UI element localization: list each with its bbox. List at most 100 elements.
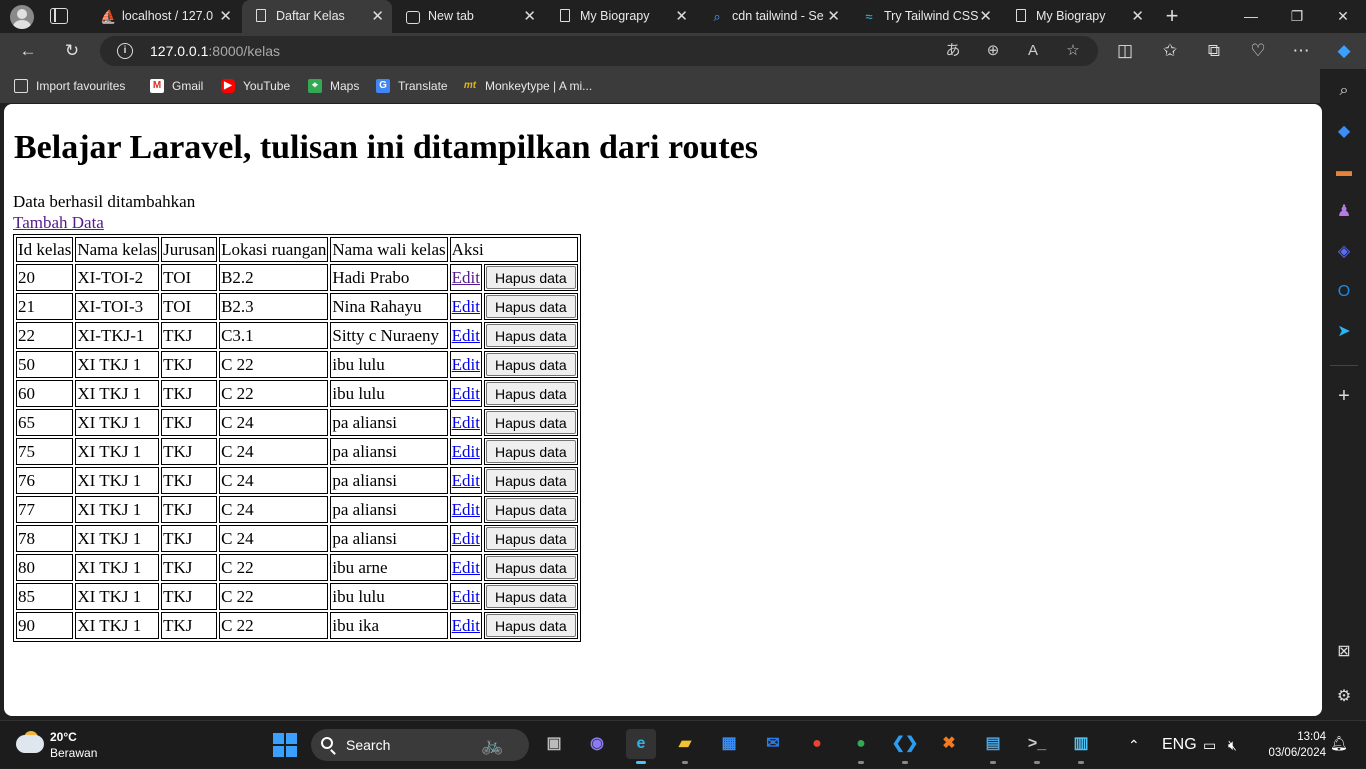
delete-button[interactable]: Hapus data <box>486 266 576 289</box>
delete-button[interactable]: Hapus data <box>486 353 576 376</box>
tab-try-tailwind[interactable]: ≈ Try Tailwind CSS ✕ <box>850 0 1000 33</box>
address-url[interactable]: 127.0.0.1:8000/kelas <box>150 36 280 66</box>
tab-new-tab[interactable]: New tab ✕ <box>394 0 544 33</box>
meet-icon[interactable]: ◉ <box>582 729 612 759</box>
terminal-icon[interactable]: >_ <box>1022 729 1052 764</box>
delete-button[interactable]: Hapus data <box>486 498 576 521</box>
tray-overflow-icon[interactable]: ⌃ <box>1128 721 1140 769</box>
delete-button[interactable]: Hapus data <box>486 556 576 579</box>
close-tab-icon[interactable]: ✕ <box>979 0 992 33</box>
new-tab-button[interactable]: + <box>1161 5 1183 27</box>
close-window-button[interactable]: ✕ <box>1320 0 1366 33</box>
chrome-profile-icon[interactable]: ● <box>846 729 876 764</box>
close-tab-icon[interactable]: ✕ <box>1131 0 1144 33</box>
refresh-button[interactable]: ↻ <box>56 33 88 69</box>
back-button[interactable]: ← <box>12 33 44 69</box>
translate-page-icon[interactable]: あ <box>938 36 968 66</box>
fav-translate[interactable]: G Translate <box>374 69 448 103</box>
edit-link[interactable]: Edit <box>452 268 480 287</box>
clock[interactable]: 13:04 03/06/2024 <box>1256 729 1326 761</box>
notepad-icon[interactable]: ▥ <box>1066 729 1096 764</box>
task-view-icon[interactable]: ▣ <box>539 729 569 759</box>
close-tab-icon[interactable]: ✕ <box>523 0 536 33</box>
close-tab-icon[interactable]: ✕ <box>219 0 232 33</box>
delete-button[interactable]: Hapus data <box>486 614 576 637</box>
language-indicator[interactable]: ENG <box>1162 721 1197 769</box>
vscode-icon[interactable]: ❮❯ <box>890 729 920 764</box>
notification-bell-icon[interactable]: 🔔︎ <box>1330 735 1348 751</box>
weather-widget[interactable]: 20°C Berawan <box>16 729 136 763</box>
tab-actions-icon[interactable] <box>50 8 68 24</box>
fav-monkeytype[interactable]: mt Monkeytype | A mi... <box>461 69 592 103</box>
add-data-link[interactable]: Tambah Data <box>13 213 104 233</box>
delete-button[interactable]: Hapus data <box>486 295 576 318</box>
fav-import-favourites[interactable]: Import favourites <box>12 69 125 103</box>
copilot-icon[interactable]: ◆ <box>1328 33 1360 69</box>
delete-button[interactable]: Hapus data <box>486 440 576 463</box>
microsoft-store-icon[interactable]: ▦ <box>714 729 744 759</box>
tab-phpmyadmin[interactable]: ⛵ localhost / 127.0 ✕ <box>88 0 240 33</box>
fav-maps[interactable]: ⌖ Maps <box>306 69 359 103</box>
settings-more-icon[interactable]: ⋯ <box>1285 33 1317 69</box>
delete-button[interactable]: Hapus data <box>486 324 576 347</box>
delete-button[interactable]: Hapus data <box>486 585 576 608</box>
volume-icon[interactable]: 🔇︎ <box>1228 721 1237 769</box>
split-screen-icon[interactable]: ◫ <box>1109 33 1141 69</box>
edit-link[interactable]: Edit <box>452 500 480 519</box>
delete-button[interactable]: Hapus data <box>486 469 576 492</box>
copilot-sidebar-icon[interactable]: ◈ <box>1332 240 1356 264</box>
profile-avatar[interactable] <box>10 5 34 29</box>
fav-youtube[interactable]: ▶ YouTube <box>219 69 290 103</box>
edit-link[interactable]: Edit <box>452 326 480 345</box>
browser-essentials-icon[interactable]: ♡ <box>1242 33 1274 69</box>
collections-icon[interactable]: ⧉ <box>1198 33 1230 69</box>
edge-icon[interactable]: e <box>626 729 656 764</box>
chrome-icon[interactable]: ● <box>802 729 832 759</box>
favourite-star-icon[interactable]: ☆ <box>1058 36 1088 66</box>
minimize-button[interactable]: — <box>1228 0 1274 33</box>
delete-button[interactable]: Hapus data <box>486 411 576 434</box>
edit-link[interactable]: Edit <box>452 297 480 316</box>
tab-cdn-tailwind[interactable]: ⌕ cdn tailwind - Se ✕ <box>698 0 848 33</box>
tab-my-biograpy[interactable]: My Biograpy ✕ <box>546 0 696 33</box>
network-icon[interactable]: ▭ <box>1203 721 1216 769</box>
edit-link[interactable]: Edit <box>452 587 480 606</box>
edit-link[interactable]: Edit <box>452 558 480 577</box>
sidebar-settings-icon[interactable]: ⚙ <box>1332 685 1356 709</box>
address-bar[interactable]: i 127.0.0.1:8000/kelas あ ⊕ A ☆ <box>100 36 1098 66</box>
tab-my-biograpy-2[interactable]: My Biograpy ✕ <box>1002 0 1152 33</box>
edit-link[interactable]: Edit <box>452 471 480 490</box>
xampp-icon[interactable]: ✖ <box>934 729 964 759</box>
favourites-icon[interactable]: ✩ <box>1154 33 1186 69</box>
edit-link[interactable]: Edit <box>452 384 480 403</box>
outlook-icon[interactable]: O <box>1332 280 1356 304</box>
close-tab-icon[interactable]: ✕ <box>827 0 840 33</box>
zoom-icon[interactable]: ⊕ <box>978 36 1008 66</box>
site-info-icon[interactable]: i <box>117 43 133 59</box>
close-tab-icon[interactable]: ✕ <box>675 0 688 33</box>
delete-button[interactable]: Hapus data <box>486 382 576 405</box>
telegram-icon[interactable]: ➤ <box>1332 320 1356 344</box>
close-tab-icon[interactable]: ✕ <box>371 0 384 33</box>
edit-link[interactable]: Edit <box>452 616 480 635</box>
edit-link[interactable]: Edit <box>452 413 480 432</box>
fav-gmail[interactable]: M Gmail <box>148 69 203 103</box>
file-explorer-icon[interactable]: ▰ <box>670 729 700 764</box>
delete-button[interactable]: Hapus data <box>486 527 576 550</box>
start-button[interactable] <box>273 733 297 757</box>
edit-link[interactable]: Edit <box>452 529 480 548</box>
edit-link[interactable]: Edit <box>452 355 480 374</box>
edit-link[interactable]: Edit <box>452 442 480 461</box>
read-aloud-icon[interactable]: A <box>1018 36 1048 66</box>
shopping-tag-icon[interactable]: ◆ <box>1332 120 1356 144</box>
mail-icon[interactable]: ✉ <box>758 729 788 759</box>
tab-daftar-kelas[interactable]: Daftar Kelas ✕ <box>242 0 392 33</box>
tools-icon[interactable]: ▬ <box>1332 160 1356 184</box>
hide-sidebar-icon[interactable]: ⊠ <box>1332 640 1356 664</box>
restore-button[interactable]: ❐ <box>1274 0 1320 33</box>
add-sidebar-app-icon[interactable]: + <box>1332 384 1356 408</box>
games-icon[interactable]: ♟ <box>1332 200 1356 224</box>
taskbar-search[interactable]: Search 🚲 <box>311 729 529 761</box>
search-icon[interactable]: ⌕ <box>1332 79 1356 103</box>
photo-app-icon[interactable]: ▤ <box>978 729 1008 764</box>
